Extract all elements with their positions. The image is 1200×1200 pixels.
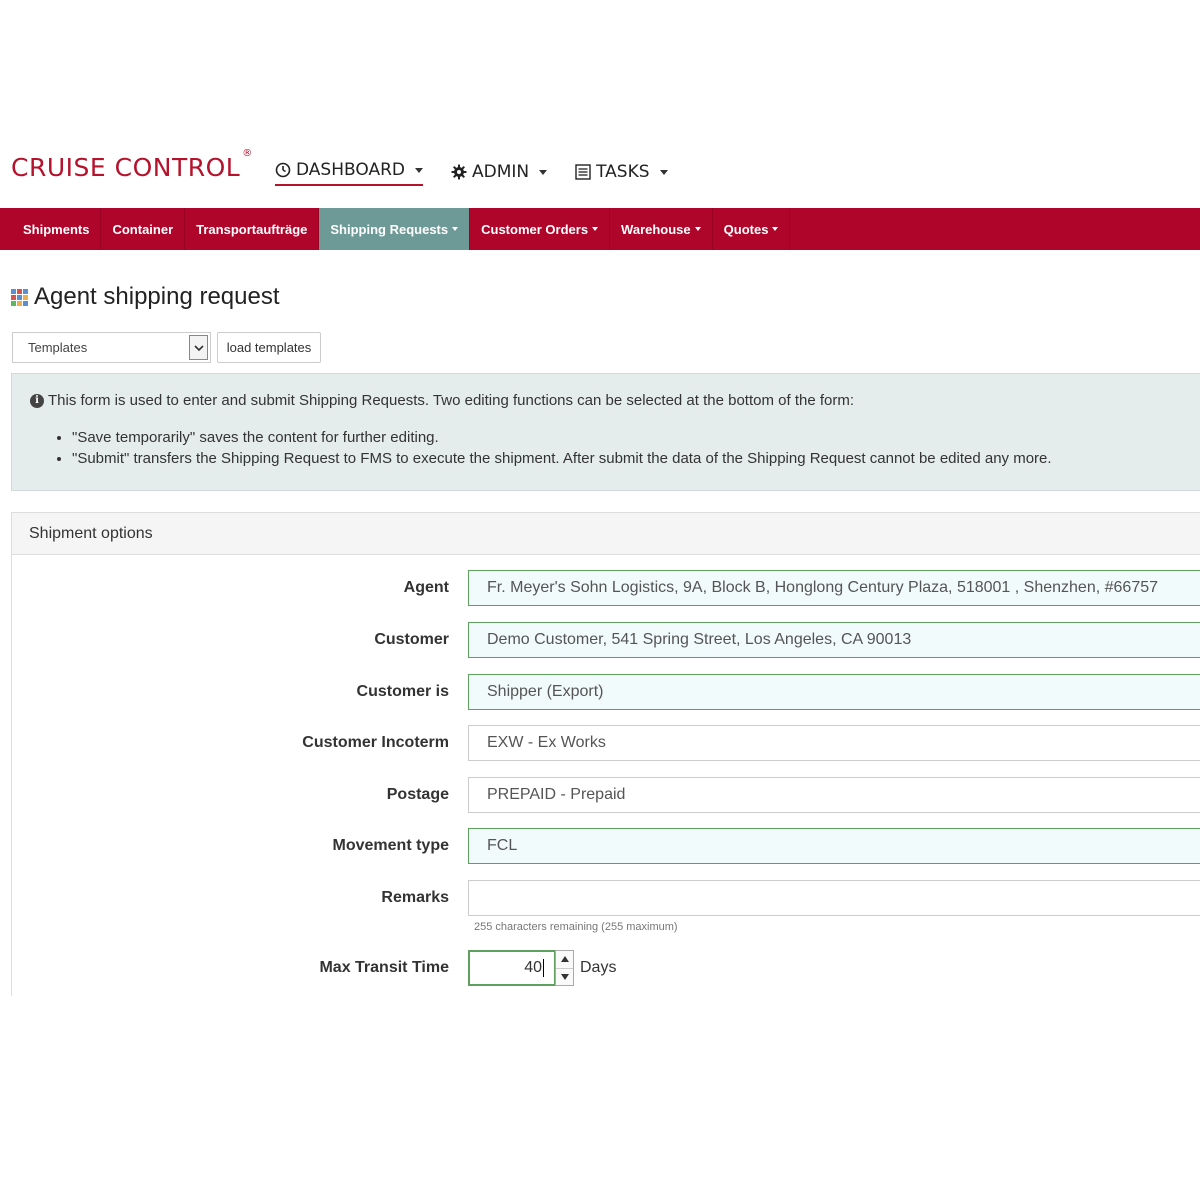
info-box: i This form is used to enter and submit … — [11, 373, 1200, 491]
chevron-down-icon — [772, 227, 779, 231]
info-icon: i — [30, 393, 44, 408]
brand-logo[interactable]: CRUISE CONTROL ® — [11, 148, 253, 182]
form-row-remarks: Remarks — [12, 880, 1200, 916]
topnav-dashboard-label: DASHBOARD — [296, 160, 405, 180]
panel-heading: Shipment options — [12, 513, 1200, 555]
shipment-options-panel: Shipment options Agent Fr. Meyer's Sohn … — [11, 512, 1200, 996]
grid-icon — [11, 288, 28, 306]
nav-label: Transportaufträge — [196, 221, 308, 237]
form-row-customer-is: Customer is Shipper (Export) — [12, 674, 1200, 710]
info-text: This form is used to enter and submit Sh… — [48, 392, 855, 409]
nav-label: Shipping Requests — [330, 221, 449, 237]
nav-warehouse[interactable]: Warehouse — [610, 208, 713, 250]
nav-shipping-requests[interactable]: Shipping Requests — [319, 208, 471, 250]
brand-name: CRUISE CONTROL — [11, 153, 241, 182]
info-bullet: "Submit" transfers the Shipping Request … — [72, 451, 1192, 467]
movement-type-select[interactable]: FCL — [468, 828, 1200, 864]
chevron-down-icon[interactable] — [189, 335, 208, 360]
customer-value: Demo Customer, 541 Spring Street, Los An… — [487, 631, 912, 648]
main-navigation-bar: Shipments Container Transportaufträge Sh… — [0, 208, 1200, 250]
load-templates-button[interactable]: load templates — [217, 332, 321, 363]
templates-select[interactable]: Templates — [12, 332, 211, 363]
max-transit-spinner[interactable] — [555, 950, 574, 986]
postage-value: PREPAID - Prepaid — [487, 786, 626, 803]
topnav-dashboard[interactable]: DASHBOARD — [275, 158, 423, 186]
spin-up-icon[interactable] — [556, 951, 573, 969]
form-row-incoterm: Customer Incoterm EXW - Ex Works — [12, 725, 1200, 761]
customer-label: Customer — [374, 631, 449, 648]
customer-is-label: Customer is — [356, 683, 449, 700]
chevron-down-icon — [592, 227, 599, 231]
chevron-down-icon — [659, 169, 668, 175]
form-row-movement-type: Movement type FCL — [12, 828, 1200, 864]
nav-customer-orders[interactable]: Customer Orders — [470, 208, 611, 250]
nav-container[interactable]: Container — [101, 208, 186, 250]
chevron-down-icon — [694, 227, 701, 231]
nav-transportauftraege[interactable]: Transportaufträge — [185, 208, 320, 250]
agent-value: Fr. Meyer's Sohn Logistics, 9A, Block B,… — [487, 579, 1159, 596]
dashboard-icon — [275, 162, 291, 178]
form-row-postage: Postage PREPAID - Prepaid — [12, 777, 1200, 813]
movement-type-value: FCL — [487, 837, 518, 854]
form-row-agent: Agent Fr. Meyer's Sohn Logistics, 9A, Bl… — [12, 570, 1200, 606]
remarks-label: Remarks — [381, 889, 449, 906]
page-title-text: Agent shipping request — [34, 283, 280, 310]
topnav-admin-label: ADMIN — [471, 162, 530, 182]
text-cursor — [543, 959, 544, 977]
page-title: Agent shipping request — [11, 283, 280, 311]
max-transit-label: Max Transit Time — [319, 959, 449, 976]
templates-select-value: Templates — [28, 340, 88, 355]
info-bullet: "Save temporarily" saves the content for… — [72, 430, 1192, 446]
postage-label: Postage — [386, 786, 449, 803]
remarks-char-count: 255 characters remaining (255 maximum) — [474, 921, 678, 933]
spin-down-icon[interactable] — [556, 969, 573, 986]
movement-type-label: Movement type — [332, 837, 449, 854]
topnav-admin[interactable]: ADMIN — [451, 159, 548, 185]
nav-label: Warehouse — [621, 221, 691, 237]
nav-shipments[interactable]: Shipments — [0, 208, 102, 250]
incoterm-value: EXW - Ex Works — [487, 734, 606, 751]
topnav-tasks-label: TASKS — [596, 162, 650, 182]
form-row-max-transit: Max Transit Time 40 Days — [12, 950, 1200, 986]
chevron-down-icon — [539, 169, 548, 175]
nav-label: Container — [112, 221, 174, 237]
remarks-input[interactable] — [468, 880, 1200, 916]
agent-field[interactable]: Fr. Meyer's Sohn Logistics, 9A, Block B,… — [468, 570, 1200, 606]
customer-field[interactable]: Demo Customer, 541 Spring Street, Los An… — [468, 622, 1200, 658]
top-navigation: DASHBOARD ADMIN TASKS — [275, 158, 696, 186]
form-row-customer: Customer Demo Customer, 541 Spring Stree… — [12, 622, 1200, 658]
customer-is-select[interactable]: Shipper (Export) — [468, 674, 1200, 710]
info-list: "Save temporarily" saves the content for… — [72, 430, 1192, 467]
max-transit-input[interactable]: 40 — [468, 950, 556, 986]
registered-mark: ® — [242, 147, 253, 159]
chevron-down-icon — [452, 227, 459, 231]
nav-label: Quotes — [723, 221, 769, 237]
topnav-tasks[interactable]: TASKS — [575, 159, 668, 185]
agent-label: Agent — [403, 579, 449, 596]
nav-quotes[interactable]: Quotes — [713, 208, 791, 250]
incoterm-label: Customer Incoterm — [302, 734, 449, 751]
nav-label: Shipments — [23, 221, 90, 237]
postage-select[interactable]: PREPAID - Prepaid — [468, 777, 1200, 813]
max-transit-value: 40 — [524, 959, 542, 976]
chevron-down-icon — [414, 167, 423, 173]
gear-icon — [451, 164, 467, 180]
customer-is-value: Shipper (Export) — [487, 683, 604, 700]
max-transit-unit: Days — [580, 959, 617, 976]
list-icon — [575, 164, 591, 180]
incoterm-select[interactable]: EXW - Ex Works — [468, 725, 1200, 761]
nav-label: Customer Orders — [481, 221, 589, 237]
